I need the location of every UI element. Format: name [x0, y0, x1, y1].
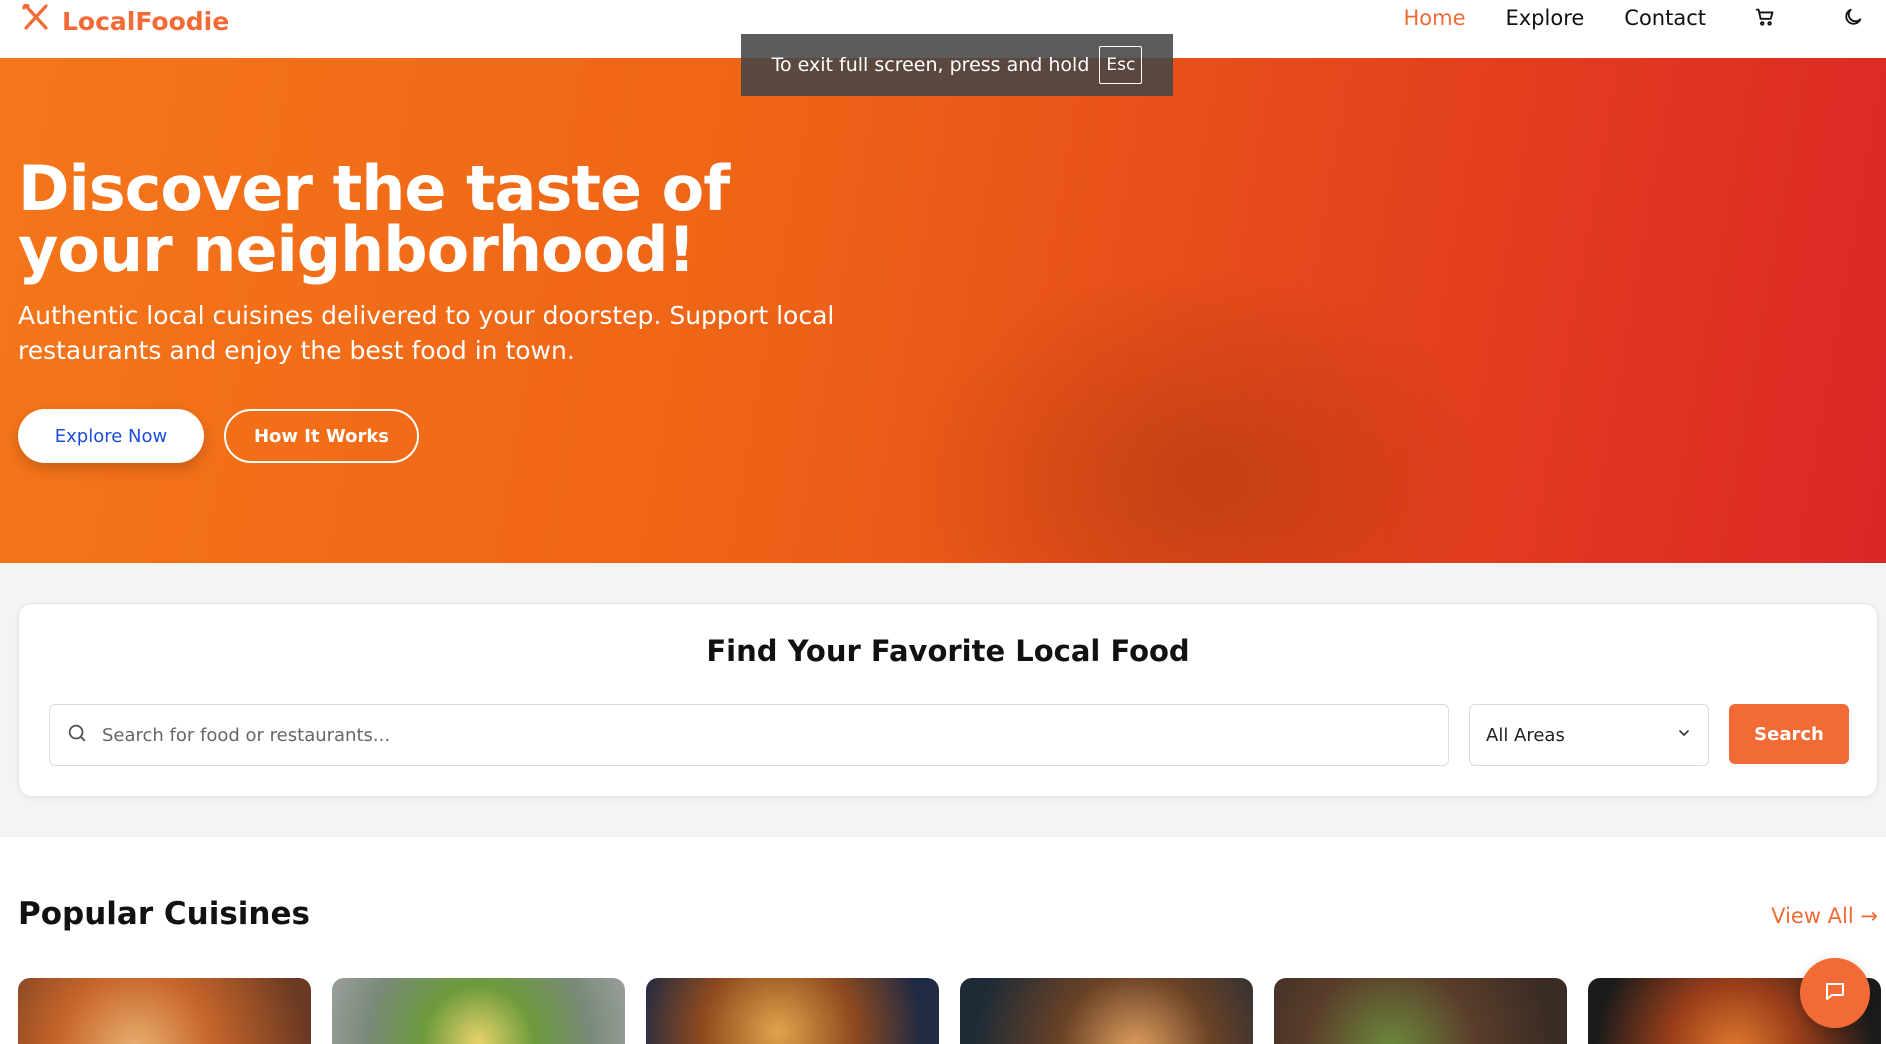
esc-key-badge: Esc: [1099, 46, 1143, 84]
cuisine-card[interactable]: [646, 978, 939, 1044]
popular-cuisines-title: Popular Cuisines: [18, 896, 310, 932]
brand-name: LocalFoodie: [62, 6, 230, 36]
cart-icon: [1754, 6, 1776, 33]
search-title: Find Your Favorite Local Food: [706, 634, 1190, 668]
area-select[interactable]: All Areas: [1469, 704, 1709, 766]
cart-button[interactable]: [1752, 6, 1778, 32]
search-button[interactable]: Search: [1729, 704, 1849, 764]
hero-section: Discover the taste of your neighborhood!…: [0, 58, 1886, 563]
chevron-down-icon: [1676, 725, 1692, 746]
explore-now-button[interactable]: Explore Now: [18, 409, 204, 463]
search-section: Find Your Favorite Local Food All Areas …: [0, 563, 1886, 837]
hero-title: Discover the taste of your neighborhood!: [18, 152, 730, 286]
cuisine-cards: [18, 978, 1881, 1044]
search-icon: [50, 722, 88, 749]
moon-icon: [1842, 6, 1864, 33]
chat-button[interactable]: [1800, 958, 1870, 1028]
cuisine-card[interactable]: [332, 978, 625, 1044]
cuisine-card[interactable]: [18, 978, 311, 1044]
nav-home[interactable]: Home: [1403, 6, 1465, 30]
nav-contact[interactable]: Contact: [1624, 6, 1706, 30]
area-select-value: All Areas: [1486, 724, 1565, 746]
hero-subtitle: Authentic local cuisines delivered to yo…: [18, 301, 835, 365]
search-input[interactable]: [102, 724, 1402, 746]
search-card: Find Your Favorite Local Food All Areas …: [18, 603, 1878, 797]
fullscreen-toast-text: To exit full screen, press and hold: [771, 54, 1090, 76]
brand-logo[interactable]: LocalFoodie: [20, 2, 229, 40]
view-all-link[interactable]: View All →: [1771, 904, 1878, 928]
nav-links: Home Explore Contact: [1403, 6, 1706, 30]
search-field[interactable]: [49, 704, 1449, 766]
fork-knife-icon: [20, 2, 52, 40]
cuisine-card[interactable]: [960, 978, 1253, 1044]
nav-explore[interactable]: Explore: [1505, 6, 1584, 30]
theme-toggle-button[interactable]: [1840, 6, 1866, 32]
how-it-works-button[interactable]: How It Works: [224, 409, 419, 463]
chat-icon: [1823, 979, 1847, 1008]
cuisine-card[interactable]: [1274, 978, 1567, 1044]
fullscreen-toast: To exit full screen, press and hold Esc: [741, 34, 1173, 96]
